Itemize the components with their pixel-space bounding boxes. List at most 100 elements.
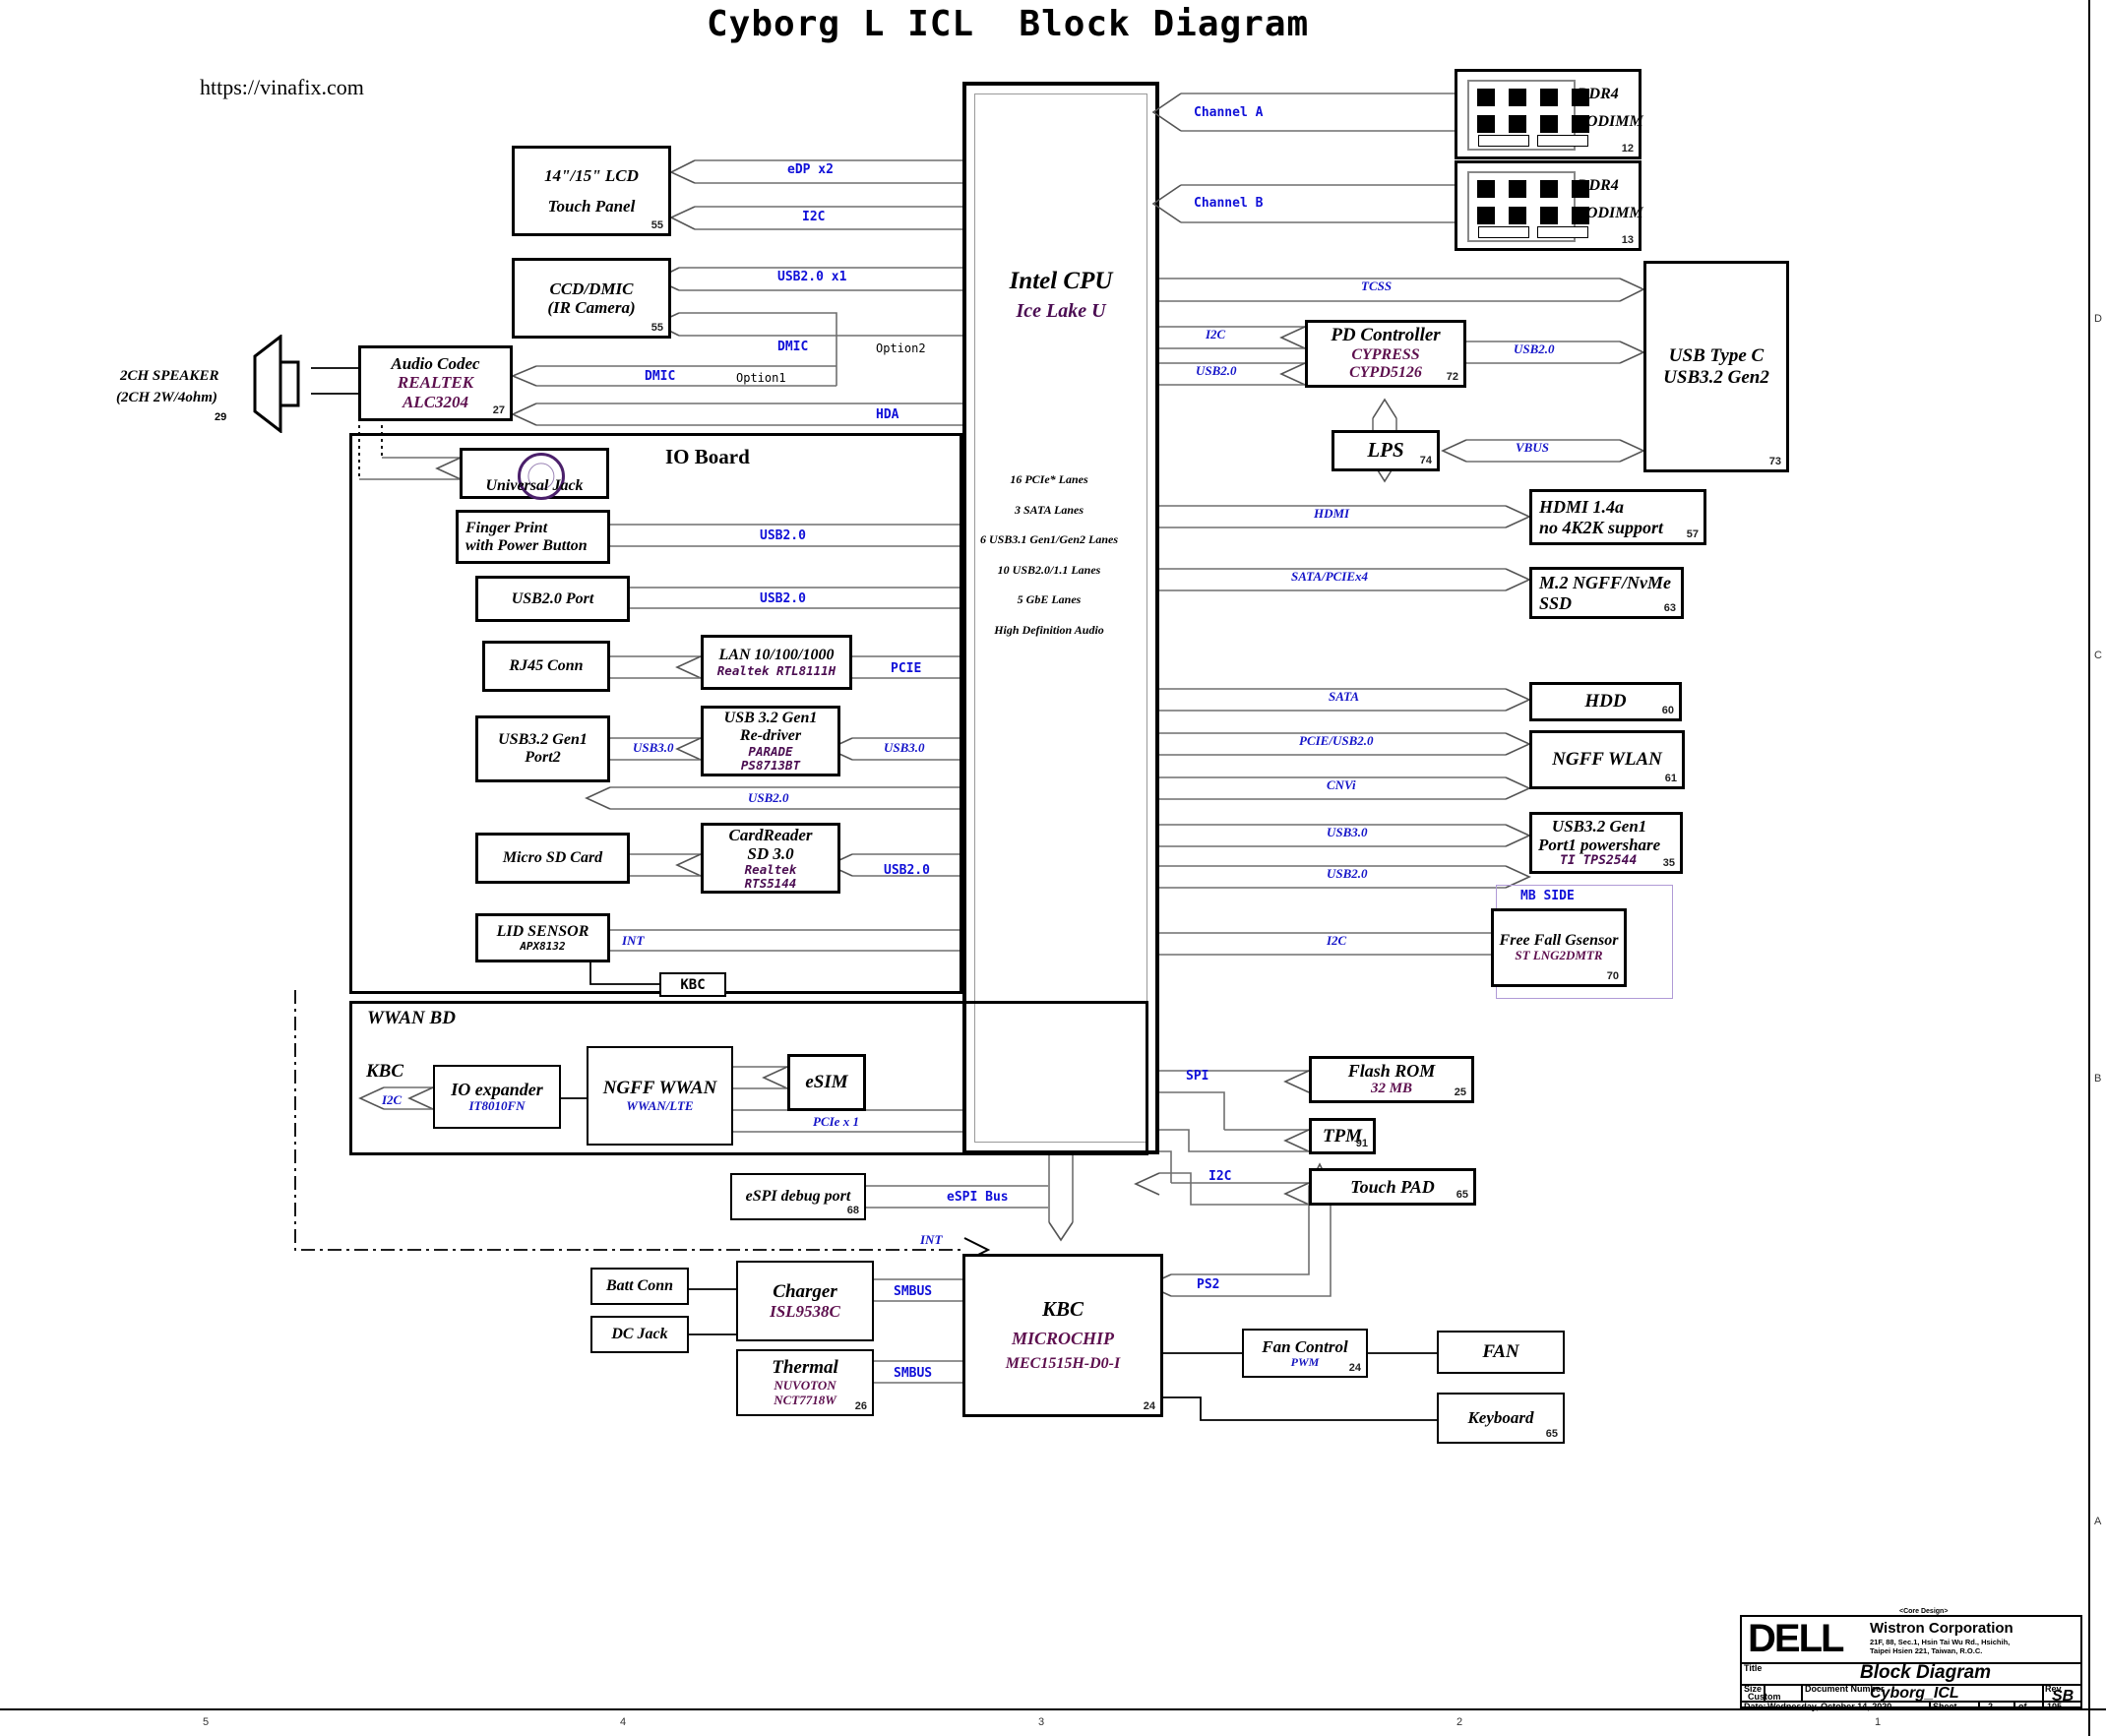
- lid-sensor-title: LID SENSOR: [496, 922, 589, 940]
- speaker-line2: (2CH 2W/4ohm): [116, 390, 217, 405]
- fan-control-title: Fan Control: [1262, 1336, 1348, 1356]
- io-board-frame: [349, 433, 962, 994]
- pcie-usb20-bus-label: PCIE/USB2.0: [1299, 733, 1374, 748]
- thermal-block: Thermal NUVOTON NCT7718W 26: [736, 1349, 874, 1416]
- cardreader-part: Realtek RTS5144: [744, 861, 797, 892]
- dimm1-sheet-ref: 12: [1621, 143, 1634, 155]
- usb-powershare-block: USB3.2 Gen1 Port1 powershare TI TPS2544 …: [1529, 812, 1683, 874]
- keyboard-sheet-ref: 65: [1545, 1428, 1558, 1440]
- lcd-line1: 14"/15" LCD: [544, 165, 639, 185]
- powershare-usb20-bus-label: USB2.0: [1327, 866, 1368, 881]
- date-label: Date:: [1744, 1702, 1766, 1711]
- lps-sheet-ref: 74: [1419, 455, 1432, 466]
- hdmi-bus-label: HDMI: [1314, 506, 1350, 521]
- core-design-label: <Core Design>: [1899, 1608, 1949, 1615]
- type-c-sheet-ref: 73: [1768, 456, 1781, 467]
- audio-codec-sheet-ref: 27: [492, 404, 505, 416]
- card-reader-block: CardReader SD 3.0 Realtek RTS5144: [701, 823, 840, 894]
- edge-row-d: D: [2094, 313, 2102, 325]
- tb-divider-v2: [1801, 1684, 1803, 1701]
- rj45-conn-block: RJ45 Conn: [482, 641, 610, 692]
- finger-print-block: Finger Print with Power Button: [456, 510, 610, 564]
- docnum-value: Cyborg_ICL: [1870, 1685, 1959, 1702]
- thermal-part: NUVOTON NCT7718W: [774, 1377, 836, 1407]
- dmic-option1-label: Option1: [736, 371, 786, 385]
- pcie-x1-bus-label: PCIe x 1: [813, 1114, 859, 1129]
- camera-line2: (IR Camera): [547, 298, 636, 317]
- dimm1-line1: DDR4: [1578, 86, 1619, 102]
- cpu-name: Intel CPU: [1009, 268, 1113, 294]
- tpm-sheet-ref: 91: [1355, 1138, 1368, 1149]
- micro-sd-label: Micro SD Card: [502, 849, 603, 867]
- speaker-sheet-ref: 29: [215, 411, 227, 423]
- redriver-title: USB 3.2 Gen1 Re-driver: [723, 709, 818, 744]
- ddr4-sodimm-1: DDR4 SODIMM 12: [1455, 69, 1643, 159]
- flash-rom-part: 32 MB: [1370, 1081, 1413, 1097]
- dimm-notch: [1478, 226, 1588, 238]
- cpu-variant: Ice Lake U: [1016, 300, 1106, 322]
- usb20-port-block: USB2.0 Port: [475, 576, 630, 622]
- pcie-bus-label: PCIE: [891, 661, 922, 676]
- powershare-title: USB3.2 Gen1 Port1 powershare: [1538, 817, 1661, 855]
- hdd-block: HDD 60: [1529, 682, 1682, 721]
- charger-block: Charger ISL9538C: [736, 1261, 874, 1341]
- usb-redriver-block: USB 3.2 Gen1 Re-driver PARADE PS8713BT: [701, 706, 840, 776]
- cardreader-usb20-bus-label: USB2.0: [884, 863, 930, 878]
- smbus-thermal-label: SMBUS: [894, 1366, 933, 1381]
- lan-block: LAN 10/100/1000 Realtek RTL8111H: [701, 635, 852, 690]
- block-diagram-page: .ln{stroke:#6f6f6f;stroke-width:1.6;fill…: [0, 0, 2106, 1736]
- thermal-sheet-ref: 26: [854, 1400, 867, 1412]
- lan-part: Realtek RTL8111H: [716, 662, 836, 678]
- m2-ssd-block: M.2 NGFF/NvMe SSD 63: [1529, 567, 1684, 619]
- speaker-line1: 2CH SPEAKER: [120, 368, 219, 384]
- wlan-label: NGFF WLAN: [1552, 749, 1662, 771]
- page-title: Cyborg L ICL Block Diagram: [707, 4, 1310, 44]
- universal-jack-label: Universal Jack: [485, 477, 584, 495]
- espi-debug-sheet-ref: 68: [846, 1205, 859, 1216]
- intel-cpu-block: Intel CPU Ice Lake U 16 PCIe* Lanes 3 SA…: [962, 82, 1159, 1154]
- universal-jack-block: Universal Jack: [460, 448, 609, 500]
- hdmi-sheet-ref: 57: [1686, 528, 1699, 540]
- edge-row-c: C: [2094, 650, 2102, 661]
- gsensor-part: ST LNG2DMTR: [1515, 948, 1603, 963]
- dimm-notch: [1478, 135, 1588, 147]
- ccd-dmic-camera-block: CCD/DMIC (IR Camera) 55: [512, 258, 671, 339]
- espi-debug-port-block: eSPI debug port 68: [730, 1173, 866, 1220]
- cpu-lane-list: 16 PCIe* Lanes 3 SATA Lanes 6 USB3.1 Gen…: [980, 472, 1119, 637]
- esim-block: eSIM: [787, 1054, 866, 1111]
- edge-col-1: 1: [1875, 1716, 1882, 1728]
- speaker-graphic: [251, 333, 310, 435]
- lcd-line2: Touch Panel: [547, 197, 636, 216]
- touch-pad-sheet-ref: 65: [1456, 1189, 1468, 1201]
- usb32-port2-label: USB3.2 Gen1 Port2: [498, 731, 588, 766]
- pd-controller-title: PD Controller: [1331, 325, 1441, 346]
- esim-label: eSIM: [805, 1072, 848, 1093]
- hdd-label: HDD: [1584, 691, 1627, 713]
- audio-codec-block: Audio Codec REALTEK ALC3204 27: [358, 345, 513, 421]
- size-value: Custom: [1748, 1692, 1781, 1702]
- dmic-bus-label-2: DMIC: [777, 340, 809, 354]
- audio-codec-title: Audio Codec: [391, 354, 480, 374]
- camera-line1: CCD/DMIC: [549, 279, 634, 298]
- edge-col-3: 3: [1038, 1716, 1045, 1728]
- tb-divider-v3: [2042, 1684, 2044, 1701]
- tb-divider-v5: [1978, 1701, 1980, 1710]
- camera-sheet-ref: 55: [650, 322, 663, 334]
- fan-control-block: Fan Control PWM 24: [1242, 1329, 1368, 1378]
- keyboard-label: Keyboard: [1467, 1408, 1534, 1428]
- fan-block: FAN: [1437, 1331, 1565, 1374]
- wwan-kbc-label: KBC: [366, 1061, 404, 1082]
- lid-sensor-part: APX8132: [520, 939, 566, 953]
- powershare-usb30-bus-label: USB3.0: [1327, 825, 1368, 839]
- lcd-i2c-bus-label: I2C: [802, 210, 826, 224]
- kbc-main-block: KBC MICROCHIP MEC1515H-D0-I 24: [962, 1254, 1163, 1417]
- kbc-int-bus-label: INT: [920, 1232, 943, 1247]
- kbc-part: MICROCHIP: [1011, 1329, 1115, 1349]
- kbc-i2c-bus-label: I2C: [1208, 1169, 1232, 1184]
- flash-rom-block: Flash ROM 32 MB 25: [1309, 1056, 1474, 1103]
- gsensor-sheet-ref: 70: [1606, 970, 1619, 982]
- lcd-sheet-ref: 55: [650, 219, 663, 231]
- usb30-left-bus-label: USB3.0: [633, 740, 674, 755]
- ddr4-sodimm-2: DDR4 SODIMM 13: [1455, 160, 1643, 251]
- gsensor-title: Free Fall Gsensor: [1499, 931, 1619, 949]
